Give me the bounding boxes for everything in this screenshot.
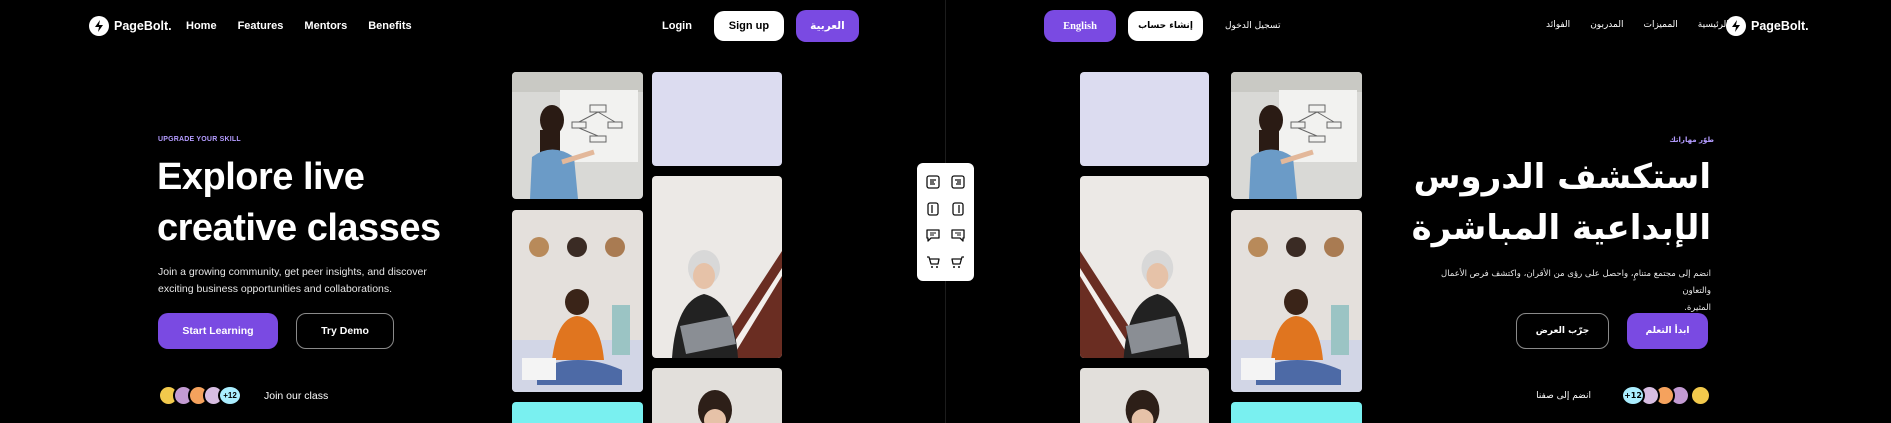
cyan-tile-ar <box>1231 402 1362 423</box>
brand-name: PageBolt. <box>114 19 172 33</box>
direction-toggle-toolbar <box>917 163 974 281</box>
language-switch-button-ar[interactable]: English <box>1044 10 1116 42</box>
chat-left-icon[interactable] <box>921 222 946 249</box>
start-learning-button[interactable]: Start Learning <box>158 313 278 349</box>
brand-logo[interactable]: PageBolt. <box>89 16 172 36</box>
start-learning-button-ar[interactable]: ابدأ التعلم <box>1627 313 1708 349</box>
join-class-row-ar: 12+ انضم إلى صفنا <box>1536 385 1711 406</box>
hero-subtitle-ar: انضم إلى مجتمع متنامٍ، واحصل على رؤى من … <box>1421 266 1711 317</box>
try-demo-button[interactable]: Try Demo <box>296 313 394 349</box>
eyebrow-label: UPGRADE YOUR SKILL <box>158 136 241 143</box>
align-left-icon[interactable] <box>921 169 946 196</box>
bolt-icon <box>1726 16 1746 36</box>
photo-student-glasses <box>652 368 782 423</box>
subtitle-line-1: Join a growing community, get peer insig… <box>158 266 427 278</box>
english-panel: PageBolt. Home Features Mentors Benefits… <box>0 0 945 423</box>
main-nav-ar: الرئيسية المميزات المدربون الفوائد <box>1546 20 1729 30</box>
try-demo-button-ar[interactable]: جرّب العرض <box>1516 313 1609 349</box>
hero-headline-ar: استكشف الدروس الإبداعية المباشرة <box>1411 152 1712 254</box>
brand-logo-ar[interactable]: PageBolt. <box>1726 16 1809 36</box>
photo-student-orange <box>512 210 643 392</box>
panel-left-icon[interactable] <box>921 196 946 223</box>
photo-student-laptop <box>652 176 782 358</box>
headline-line-2-ar: الإبداعية المباشرة <box>1411 208 1712 248</box>
hero-cta-group: Start Learning Try Demo <box>158 313 394 349</box>
join-class-link[interactable]: Join our class <box>264 390 328 402</box>
language-switch-button[interactable]: العربية <box>795 10 859 42</box>
photo-student-orange-ar <box>1231 210 1362 392</box>
arabic-panel: PageBolt. الرئيسية المميزات المدربون الف… <box>946 0 1891 423</box>
avatar <box>1690 385 1711 406</box>
photo-whiteboard-ar <box>1231 72 1362 199</box>
cyan-tile <box>512 402 643 423</box>
align-right-icon[interactable] <box>946 169 971 196</box>
nav-mentors[interactable]: Mentors <box>304 20 347 32</box>
nav-actions-ar: English إنشاء حساب تسجيل الدخول <box>1044 10 1290 42</box>
avatar-stack-ar: 12+ <box>1621 385 1711 406</box>
subtitle-line-2: exciting business opportunities and coll… <box>158 283 393 295</box>
avatar-count-badge: +12 <box>218 385 242 406</box>
photo-whiteboard <box>512 72 643 199</box>
brand-name: PageBolt. <box>1751 19 1809 33</box>
nav-home[interactable]: Home <box>186 20 217 32</box>
photo-student-laptop-ar <box>1080 176 1209 358</box>
hero-headline: Explore live creative classes <box>157 152 441 254</box>
nav-mentors-ar[interactable]: المدربون <box>1590 20 1623 30</box>
nav-benefits-ar[interactable]: الفوائد <box>1546 20 1570 30</box>
lavender-tile-ar <box>1080 72 1209 166</box>
join-class-row: +12 Join our class <box>158 385 328 406</box>
chat-right-icon[interactable] <box>946 222 971 249</box>
headline-line-1-ar: استكشف الدروس <box>1413 157 1712 197</box>
nav-benefits[interactable]: Benefits <box>368 20 411 32</box>
nav-home-ar[interactable]: الرئيسية <box>1698 20 1729 30</box>
signup-button[interactable]: Sign up <box>713 11 784 41</box>
headline-line-2: creative classes <box>157 207 441 249</box>
bolt-icon <box>89 16 109 36</box>
avatar-count-badge-ar: 12+ <box>1621 385 1645 406</box>
avatar-stack: +12 <box>158 385 242 406</box>
nav-actions: Login Sign up العربية <box>652 10 859 42</box>
signup-button-ar[interactable]: إنشاء حساب <box>1128 11 1203 41</box>
cart-right-icon[interactable] <box>946 249 971 276</box>
hero-cta-group-ar: ابدأ التعلم جرّب العرض <box>1516 313 1708 349</box>
cart-left-icon[interactable] <box>921 249 946 276</box>
nav-features-ar[interactable]: المميزات <box>1643 20 1677 30</box>
headline-line-1: Explore live <box>157 156 365 198</box>
subtitle-line-1-ar: انضم إلى مجتمع متنامٍ، واحصل على رؤى من … <box>1441 269 1711 296</box>
lavender-tile <box>652 72 782 166</box>
login-button[interactable]: Login <box>652 20 702 32</box>
panel-right-icon[interactable] <box>946 196 971 223</box>
hero-subtitle: Join a growing community, get peer insig… <box>158 264 427 298</box>
nav-features[interactable]: Features <box>238 20 284 32</box>
main-nav: Home Features Mentors Benefits <box>186 20 412 32</box>
login-button-ar[interactable]: تسجيل الدخول <box>1215 21 1290 31</box>
photo-student-glasses-ar <box>1080 368 1209 423</box>
eyebrow-label-ar: طوّر مهاراتك <box>1669 136 1714 144</box>
join-class-link-ar[interactable]: انضم إلى صفنا <box>1536 391 1591 401</box>
